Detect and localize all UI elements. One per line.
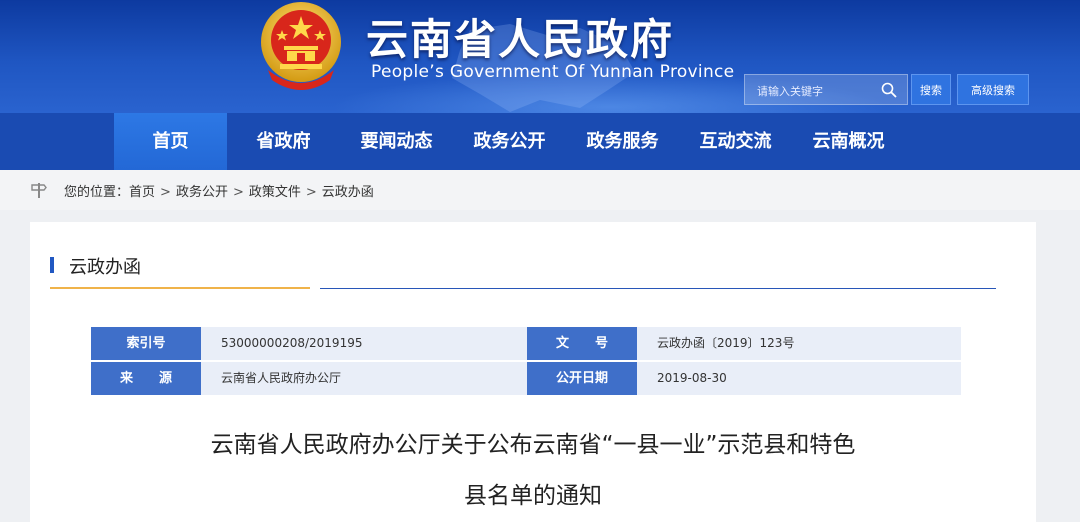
signpost-icon bbox=[31, 183, 47, 198]
meta-index-value: 53000000208/2019195 bbox=[201, 327, 527, 360]
content-card: 云政办函 索引号 53000000208/2019195 文 号 云政办函〔20… bbox=[30, 222, 1036, 522]
site-header: 云南省人民政府 People’s Government Of Yunnan Pr… bbox=[0, 0, 1080, 113]
nav-item-interaction[interactable]: 互动交流 bbox=[679, 113, 792, 170]
breadcrumb-separator: > bbox=[160, 185, 171, 200]
breadcrumb-separator: > bbox=[305, 185, 317, 200]
section-divider bbox=[320, 288, 996, 289]
breadcrumb-policy-documents[interactable]: 政策文件 bbox=[249, 185, 301, 200]
meta-date-value: 2019-08-30 bbox=[637, 362, 961, 395]
search-box bbox=[744, 74, 908, 105]
meta-index-label: 索引号 bbox=[91, 327, 201, 360]
site-subtitle: People’s Government Of Yunnan Province bbox=[371, 62, 735, 82]
breadcrumb-gov-affairs[interactable]: 政务公开 bbox=[176, 185, 228, 200]
document-title-line-2: 县名单的通知 bbox=[464, 483, 602, 509]
document-title-line-1: 云南省人民政府办公厅关于公布云南省“一县一业”示范县和特色 bbox=[210, 432, 856, 458]
meta-source-label: 来 源 bbox=[91, 362, 201, 395]
search-input[interactable] bbox=[755, 80, 879, 102]
meta-source-value: 云南省人民政府办公厅 bbox=[201, 362, 527, 395]
advanced-search-button[interactable]: 高级搜索 bbox=[957, 74, 1029, 105]
search-button[interactable]: 搜索 bbox=[911, 74, 951, 105]
nav-item-gov-affairs-disclosure[interactable]: 政务公开 bbox=[453, 113, 566, 170]
national-emblem-icon bbox=[261, 2, 341, 90]
nav-item-news[interactable]: 要闻动态 bbox=[340, 113, 453, 170]
section-marker bbox=[50, 257, 54, 273]
main-nav: 首页 省政府 要闻动态 政务公开 政务服务 互动交流 云南概况 bbox=[0, 113, 1080, 170]
breadcrumb-separator: > bbox=[232, 185, 244, 200]
site-title: 云南省人民政府 bbox=[366, 15, 675, 64]
breadcrumb-trail: 您的位置：首页 > 政务公开 > 政策文件 > 云政办函 bbox=[64, 181, 374, 200]
section-underline-accent bbox=[50, 287, 310, 289]
nav-item-yunnan-overview[interactable]: 云南概况 bbox=[792, 113, 905, 170]
meta-docno-label: 文 号 bbox=[527, 327, 637, 360]
meta-date-label: 公开日期 bbox=[527, 362, 637, 395]
document-title: 云南省人民政府办公厅关于公布云南省“一县一业”示范县和特色 县名单的通知 bbox=[30, 420, 1036, 522]
breadcrumb-home[interactable]: 首页 bbox=[129, 185, 155, 200]
nav-item-provincial-government[interactable]: 省政府 bbox=[227, 113, 340, 170]
search-icon[interactable] bbox=[881, 82, 897, 98]
breadcrumb-current[interactable]: 云政办函 bbox=[322, 185, 374, 200]
breadcrumb: 您的位置：首页 > 政务公开 > 政策文件 > 云政办函 bbox=[0, 170, 1080, 210]
nav-item-home[interactable]: 首页 bbox=[114, 113, 227, 170]
meta-docno-value: 云政办函〔2019〕123号 bbox=[637, 327, 961, 360]
section-title: 云政办函 bbox=[69, 257, 141, 278]
breadcrumb-prefix: 您的位置： bbox=[64, 185, 130, 200]
nav-item-gov-services[interactable]: 政务服务 bbox=[566, 113, 679, 170]
